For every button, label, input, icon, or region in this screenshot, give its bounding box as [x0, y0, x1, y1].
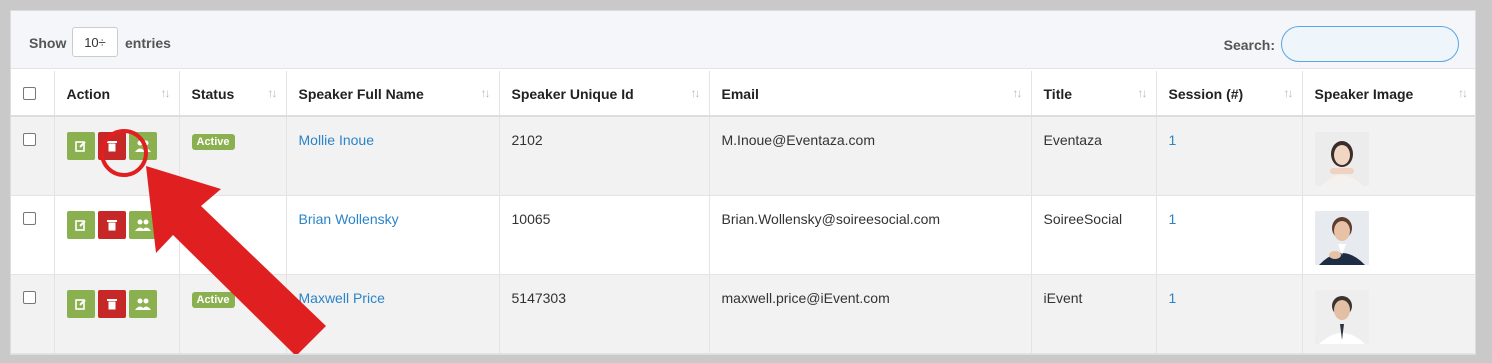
search-label: Search: [1223, 37, 1275, 53]
table-header-row: Action ↑↓ Status ↑↓ Speaker Full Name ↑↓… [11, 71, 1475, 117]
column-header-status[interactable]: Status ↑↓ [179, 71, 287, 117]
status-badge: Active [191, 291, 235, 308]
table-row: Active Mollie Inoue 2102 M.Inoue@Eventaz… [11, 116, 1475, 196]
page-size-value: 10 [84, 34, 99, 50]
sort-icon: ↑↓ [160, 86, 171, 100]
page-size-select[interactable]: 10 ÷ [72, 27, 118, 57]
uid-cell: 10065 [499, 195, 710, 275]
sort-icon: ↑↓ [1012, 86, 1023, 100]
column-header-title[interactable]: Title ↑↓ [1031, 71, 1157, 117]
trash-icon [106, 298, 117, 309]
edit-button[interactable] [66, 210, 95, 239]
column-header-speaker-name[interactable]: Speaker Full Name ↑↓ [286, 71, 500, 117]
name-cell: Maxwell Price [286, 274, 500, 354]
title-cell: iEvent [1031, 274, 1157, 354]
email-cell: M.Inoue@Eventaza.com [709, 116, 1032, 196]
trash-icon [106, 141, 117, 152]
image-cell [1302, 195, 1475, 275]
action-cell [54, 116, 180, 196]
sort-icon: ↑↓ [1458, 86, 1468, 100]
assign-users-button[interactable] [128, 210, 157, 239]
row-checkbox[interactable] [23, 290, 36, 304]
speakers-table: Action ↑↓ Status ↑↓ Speaker Full Name ↑↓… [11, 71, 1475, 354]
search-input[interactable] [1281, 26, 1459, 62]
speaker-name-link[interactable]: Brian Wollensky [299, 211, 399, 227]
select-all-checkbox[interactable] [23, 87, 36, 100]
entries-label: entries [125, 35, 171, 51]
edit-icon [74, 298, 86, 310]
session-cell: 1 [1156, 116, 1303, 196]
column-label: Status [191, 86, 235, 102]
sort-icon: ↑↓ [267, 86, 278, 100]
users-icon [134, 140, 151, 152]
table-row: Active Maxwell Price 5147303 maxwell.pri… [11, 274, 1475, 354]
session-count-link[interactable]: 1 [1169, 290, 1177, 306]
trash-icon [106, 219, 117, 230]
row-checkbox[interactable] [23, 133, 36, 146]
sort-icon: ↑↓ [1283, 86, 1294, 100]
column-header-speaker-image[interactable]: Speaker Image ↑↓ [1302, 71, 1475, 117]
show-label: Show [29, 35, 67, 51]
column-label: Speaker Full Name [298, 86, 424, 102]
edit-icon [74, 219, 86, 231]
row-select-cell [11, 274, 55, 354]
column-label: Speaker Unique Id [511, 86, 634, 102]
image-cell [1302, 116, 1475, 196]
column-label: Session (#) [1168, 86, 1244, 102]
speaker-name-link[interactable]: Mollie Inoue [299, 132, 375, 148]
action-cell [54, 274, 180, 354]
speaker-name-link[interactable]: Maxwell Price [299, 290, 385, 306]
users-icon [134, 298, 151, 310]
delete-button[interactable] [97, 132, 126, 160]
status-badge: Active [191, 134, 235, 150]
delete-button[interactable] [97, 289, 126, 318]
sort-icon: ↑↓ [690, 86, 701, 100]
assign-users-button[interactable] [128, 132, 157, 160]
uid-cell: 5147303 [499, 274, 710, 354]
email-cell: Brian.Wollensky@soireesocial.com [709, 195, 1032, 275]
title-cell: Eventaza [1031, 116, 1157, 196]
email-cell: maxwell.price@iEvent.com [709, 274, 1032, 354]
delete-button[interactable] [97, 210, 126, 239]
status-cell [179, 195, 287, 275]
select-all-header [11, 71, 55, 117]
speaker-avatar [1314, 132, 1369, 186]
uid-cell: 2102 [499, 116, 710, 196]
row-select-cell [11, 116, 55, 196]
sort-icon: ↑↓ [480, 86, 491, 100]
speaker-avatar [1314, 289, 1369, 344]
status-cell: Active [179, 116, 287, 196]
action-cell [54, 195, 180, 275]
name-cell: Mollie Inoue [286, 116, 500, 196]
status-cell: Active [179, 274, 287, 354]
assign-users-button[interactable] [128, 289, 157, 318]
row-checkbox[interactable] [23, 211, 36, 225]
title-cell: SoireeSocial [1031, 195, 1157, 275]
column-label: Title [1043, 86, 1073, 102]
edit-icon [74, 141, 86, 152]
table-row: Brian Wollensky 10065 Brian.Wollensky@so… [11, 195, 1475, 275]
sort-icon: ↑↓ [1137, 86, 1148, 100]
session-cell: 1 [1156, 274, 1303, 354]
column-label: Action [66, 86, 111, 102]
session-cell: 1 [1156, 195, 1303, 275]
speakers-table-panel: Show 10 ÷ entries Search: Action ↑↓ Stat… [10, 10, 1476, 355]
column-header-session[interactable]: Session (#) ↑↓ [1156, 71, 1303, 117]
edit-button[interactable] [66, 289, 95, 318]
session-count-link[interactable]: 1 [1169, 132, 1177, 148]
column-label: Email [721, 86, 759, 102]
column-header-email[interactable]: Email ↑↓ [709, 71, 1032, 117]
page-size-caret-icon: ÷ [98, 34, 106, 50]
edit-button[interactable] [66, 132, 95, 160]
column-header-action[interactable]: Action ↑↓ [54, 71, 180, 117]
table-toolbar: Show 10 ÷ entries Search: [11, 11, 1475, 69]
row-select-cell [11, 195, 55, 275]
image-cell [1302, 274, 1475, 354]
name-cell: Brian Wollensky [286, 195, 500, 275]
session-count-link[interactable]: 1 [1169, 211, 1177, 227]
speaker-avatar [1314, 210, 1369, 265]
column-header-speaker-id[interactable]: Speaker Unique Id ↑↓ [499, 71, 710, 117]
users-icon [134, 219, 151, 231]
column-label: Speaker Image [1314, 86, 1414, 102]
